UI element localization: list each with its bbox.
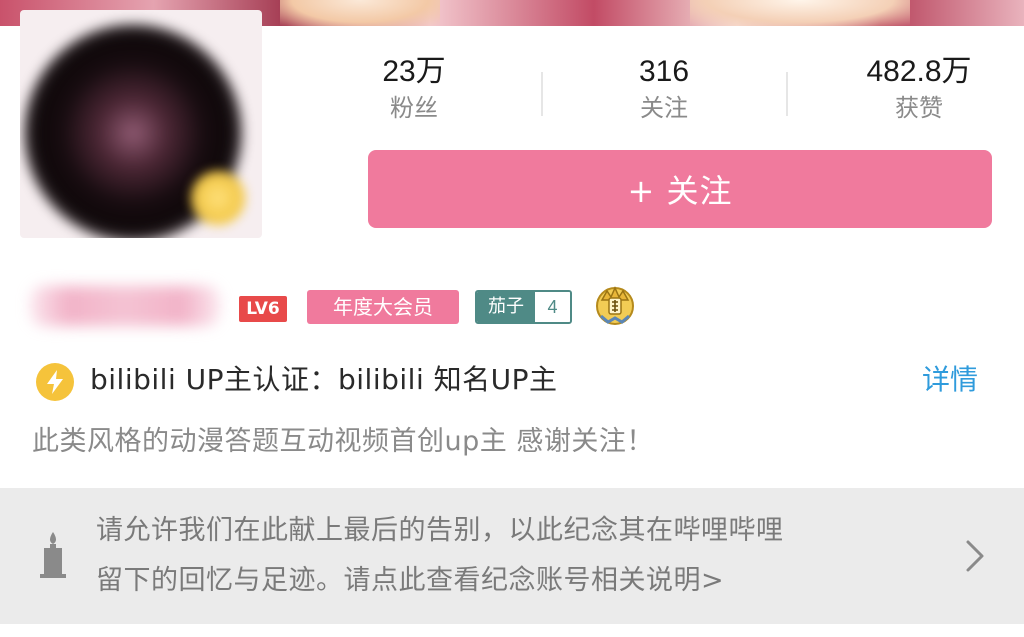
stat-divider (541, 72, 543, 116)
stat-likes[interactable]: 482.8万 获赞 (834, 54, 1004, 124)
fan-medal[interactable]: 茄子 4 (475, 290, 572, 324)
certification-text: bilibili UP主认证：bilibili 知名UP主 (90, 363, 558, 396)
detail-link[interactable]: 详情 (922, 358, 978, 402)
level-badge: LV6 (239, 296, 287, 322)
chevron-right-icon[interactable] (962, 536, 988, 576)
stat-divider (786, 72, 788, 116)
stat-fans-value: 23万 (382, 55, 446, 88)
lightning-icon (36, 363, 74, 401)
memorial-line: 留下的回忆与足迹。请点此查看纪念账号相关说明> (96, 565, 725, 596)
stat-fans[interactable]: 23万 粉丝 (329, 54, 499, 124)
page-bottom (0, 624, 1024, 637)
banner-art-part (690, 0, 910, 26)
crown-icon[interactable] (592, 282, 638, 328)
stat-following-label: 关注 (640, 94, 688, 122)
memorial-line: 请允许我们在此献上最后的告别，以此纪念其在哔哩哔哩 (96, 515, 784, 546)
candle-icon (40, 532, 66, 578)
stat-fans-label: 粉丝 (390, 94, 438, 122)
fan-medal-name: 茄子 (477, 292, 535, 322)
stat-likes-label: 获赞 (895, 94, 943, 122)
fan-medal-level: 4 (535, 292, 570, 322)
signature-text: 此类风格的动漫答题互动视频首创up主 感谢关注！ (32, 426, 654, 457)
verified-badge-icon (190, 170, 246, 226)
follow-button[interactable]: + 关注 (368, 150, 992, 228)
stat-following[interactable]: 316 关注 (579, 54, 749, 124)
memorial-message[interactable]: 请允许我们在此献上最后的告别，以此纪念其在哔哩哔哩 留下的回忆与足迹。请点此查看… (96, 506, 916, 606)
vip-badge[interactable]: 年度大会员 (307, 290, 459, 324)
username-blurred (30, 286, 220, 326)
banner-art-part (280, 0, 440, 26)
stat-likes-value: 482.8万 (866, 55, 972, 88)
stat-following-value: 316 (638, 55, 690, 88)
avatar[interactable] (20, 10, 262, 238)
